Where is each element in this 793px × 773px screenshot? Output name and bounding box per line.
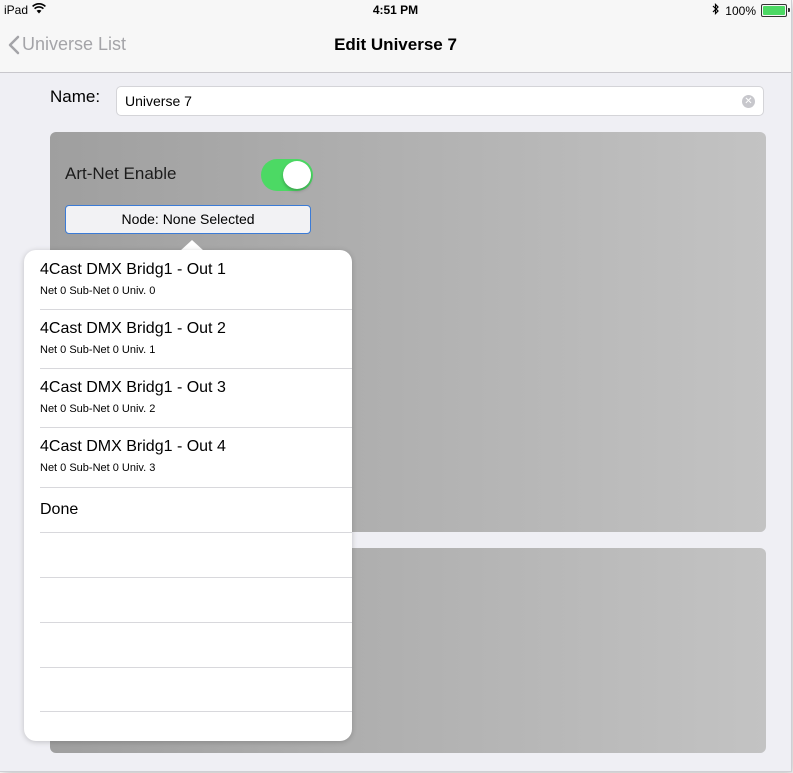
node-option-subtitle: Net 0 Sub-Net 0 Univ. 3 [40,462,156,474]
name-field[interactable]: Universe 7 ✕ [116,86,764,116]
toggle-knob [283,161,311,189]
clear-icon[interactable]: ✕ [742,95,755,108]
navigation-bar: Universe List Edit Universe 7 [0,20,791,73]
node-option-title: 4Cast DMX Bridg1 - Out 4 [40,438,226,455]
node-popover: 4Cast DMX Bridg1 - Out 1 Net 0 Sub-Net 0… [24,250,352,741]
artnet-enable-toggle[interactable] [261,159,313,191]
node-option-2[interactable]: 4Cast DMX Bridg1 - Out 2 Net 0 Sub-Net 0… [24,310,352,368]
node-option-subtitle: Net 0 Sub-Net 0 Univ. 1 [40,344,156,356]
node-option-title: 4Cast DMX Bridg1 - Out 1 [40,261,226,278]
divider [40,622,352,623]
name-value: Universe 7 [125,93,192,109]
divider [40,667,352,668]
artnet-enable-label: Art-Net Enable [65,164,177,183]
node-option-subtitle: Net 0 Sub-Net 0 Univ. 2 [40,403,156,415]
divider [40,711,352,712]
ipad-screen: iPad 4:51 PM 100% Universe List Edit Uni… [0,0,792,772]
node-option-4[interactable]: 4Cast DMX Bridg1 - Out 4 Net 0 Sub-Net 0… [24,428,352,486]
bluetooth-icon [712,3,720,18]
name-row: Name: [50,87,116,107]
done-button[interactable]: Done [24,488,352,532]
name-label: Name: [50,87,101,106]
status-bar: iPad 4:51 PM 100% [0,0,791,20]
divider [40,577,352,578]
done-label: Done [40,501,79,518]
node-option-subtitle: Net 0 Sub-Net 0 Univ. 0 [40,285,156,297]
node-option-title: 4Cast DMX Bridg1 - Out 3 [40,379,226,396]
node-select-button[interactable]: Node: None Selected [65,205,311,234]
node-option-1[interactable]: 4Cast DMX Bridg1 - Out 1 Net 0 Sub-Net 0… [24,250,352,309]
battery-percent: 100% [725,3,756,18]
node-option-title: 4Cast DMX Bridg1 - Out 2 [40,320,226,337]
status-time: 4:51 PM [372,3,419,17]
divider [40,532,352,533]
node-option-3[interactable]: 4Cast DMX Bridg1 - Out 3 Net 0 Sub-Net 0… [24,369,352,427]
battery-icon [761,4,790,17]
page-title: Edit Universe 7 [334,35,457,54]
status-right: 100% [712,3,790,18]
